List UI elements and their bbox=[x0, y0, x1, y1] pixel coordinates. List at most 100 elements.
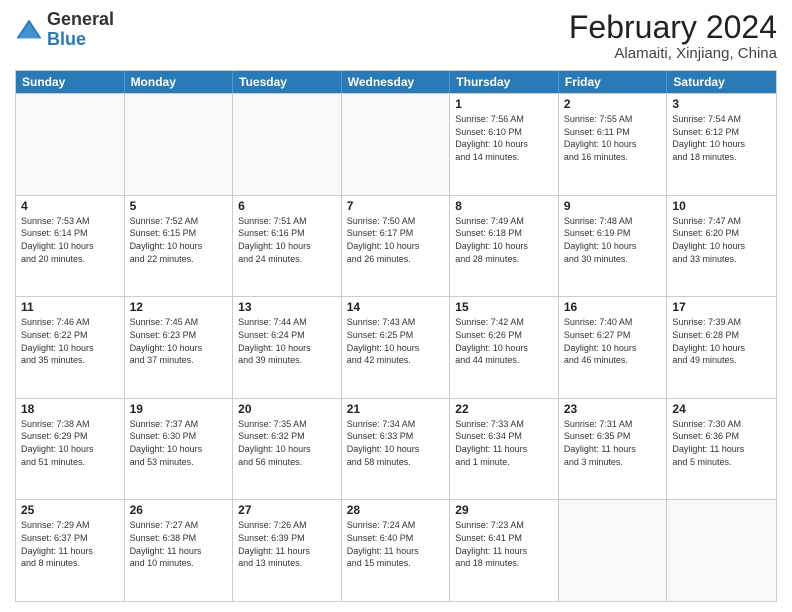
calendar: SundayMondayTuesdayWednesdayThursdayFrid… bbox=[15, 70, 777, 602]
day-info: Sunrise: 7:43 AMSunset: 6:25 PMDaylight:… bbox=[347, 316, 445, 366]
day-info: Sunrise: 7:38 AMSunset: 6:29 PMDaylight:… bbox=[21, 418, 119, 468]
week-row-3: 18 Sunrise: 7:38 AMSunset: 6:29 PMDayligh… bbox=[16, 398, 776, 500]
day-number: 27 bbox=[238, 503, 336, 517]
day-number: 12 bbox=[130, 300, 228, 314]
cal-cell-2: 2Sunrise: 7:55 AMSunset: 6:11 PMDaylight… bbox=[559, 94, 668, 195]
cal-cell-28: 28Sunrise: 7:24 AMSunset: 6:40 PMDayligh… bbox=[342, 500, 451, 601]
day-number: 8 bbox=[455, 199, 553, 213]
day-number: 23 bbox=[564, 402, 662, 416]
day-info: Sunrise: 7:47 AMSunset: 6:20 PMDaylight:… bbox=[672, 215, 771, 265]
day-number: 24 bbox=[672, 402, 771, 416]
cal-cell-9: 9 Sunrise: 7:48 AMSunset: 6:19 PMDaylight… bbox=[559, 196, 668, 297]
day-number: 16 bbox=[564, 300, 662, 314]
cal-cell-25: 25 Sunrise: 7:29 AMSunset: 6:37 PMDayligh… bbox=[16, 500, 125, 601]
day-number: 14 bbox=[347, 300, 445, 314]
cal-cell-1: 1Sunrise: 7:56 AMSunset: 6:10 PMDaylight… bbox=[450, 94, 559, 195]
day-number: 6 bbox=[238, 199, 336, 213]
day-info: Sunrise: 7:39 AMSunset: 6:28 PMDaylight:… bbox=[672, 316, 771, 366]
day-number: 18 bbox=[21, 402, 119, 416]
cal-cell-14: 14 Sunrise: 7:43 AMSunset: 6:25 PMDayligh… bbox=[342, 297, 451, 398]
cal-cell-15: 15 Sunrise: 7:42 AMSunset: 6:26 PMDayligh… bbox=[450, 297, 559, 398]
calendar-body: 1Sunrise: 7:56 AMSunset: 6:10 PMDaylight… bbox=[16, 93, 776, 601]
day-number: 7 bbox=[347, 199, 445, 213]
day-number: 22 bbox=[455, 402, 553, 416]
day-info: Sunrise: 7:49 AMSunset: 6:18 PMDaylight:… bbox=[455, 215, 553, 265]
cal-cell-21: 21 Sunrise: 7:34 AMSunset: 6:33 PMDayligh… bbox=[342, 399, 451, 500]
day-info: Sunrise: 7:42 AMSunset: 6:26 PMDaylight:… bbox=[455, 316, 553, 366]
day-info: Sunrise: 7:48 AMSunset: 6:19 PMDaylight:… bbox=[564, 215, 662, 265]
cal-cell-12: 12 Sunrise: 7:45 AMSunset: 6:23 PMDayligh… bbox=[125, 297, 234, 398]
day-info: Sunrise: 7:34 AMSunset: 6:33 PMDaylight:… bbox=[347, 418, 445, 468]
day-number: 13 bbox=[238, 300, 336, 314]
logo-blue-text: Blue bbox=[47, 29, 86, 49]
day-number: 20 bbox=[238, 402, 336, 416]
cal-cell-empty-0-1 bbox=[125, 94, 234, 195]
day-header-tuesday: Tuesday bbox=[233, 71, 342, 93]
day-info: Sunrise: 7:40 AMSunset: 6:27 PMDaylight:… bbox=[564, 316, 662, 366]
cal-cell-empty-4-6 bbox=[667, 500, 776, 601]
day-info: Sunrise: 7:26 AMSunset: 6:39 PMDaylight:… bbox=[238, 519, 336, 569]
cal-cell-11: 11Sunrise: 7:46 AMSunset: 6:22 PMDayligh… bbox=[16, 297, 125, 398]
cal-cell-24: 24 Sunrise: 7:30 AMSunset: 6:36 PMDayligh… bbox=[667, 399, 776, 500]
day-info: Sunrise: 7:31 AMSunset: 6:35 PMDaylight:… bbox=[564, 418, 662, 468]
cal-cell-19: 19 Sunrise: 7:37 AMSunset: 6:30 PMDayligh… bbox=[125, 399, 234, 500]
day-header-sunday: Sunday bbox=[16, 71, 125, 93]
cal-cell-empty-0-0 bbox=[16, 94, 125, 195]
day-info: Sunrise: 7:51 AMSunset: 6:16 PMDaylight:… bbox=[238, 215, 336, 265]
logo: General Blue bbox=[15, 10, 114, 50]
day-info: Sunrise: 7:45 AMSunset: 6:23 PMDaylight:… bbox=[130, 316, 228, 366]
week-row-1: 4Sunrise: 7:53 AMSunset: 6:14 PMDaylight… bbox=[16, 195, 776, 297]
day-number: 17 bbox=[672, 300, 771, 314]
day-info: Sunrise: 7:33 AMSunset: 6:34 PMDaylight:… bbox=[455, 418, 553, 468]
day-info: Sunrise: 7:44 AMSunset: 6:24 PMDaylight:… bbox=[238, 316, 336, 366]
cal-cell-3: 3 Sunrise: 7:54 AMSunset: 6:12 PMDaylight… bbox=[667, 94, 776, 195]
week-row-0: 1Sunrise: 7:56 AMSunset: 6:10 PMDaylight… bbox=[16, 93, 776, 195]
day-number: 21 bbox=[347, 402, 445, 416]
day-header-thursday: Thursday bbox=[450, 71, 559, 93]
day-number: 25 bbox=[21, 503, 119, 517]
day-info: Sunrise: 7:30 AMSunset: 6:36 PMDaylight:… bbox=[672, 418, 771, 468]
cal-cell-20: 20 Sunrise: 7:35 AMSunset: 6:32 PMDayligh… bbox=[233, 399, 342, 500]
cal-cell-5: 5 Sunrise: 7:52 AMSunset: 6:15 PMDaylight… bbox=[125, 196, 234, 297]
day-number: 10 bbox=[672, 199, 771, 213]
logo-icon bbox=[15, 16, 43, 44]
day-number: 4 bbox=[21, 199, 119, 213]
day-number: 9 bbox=[564, 199, 662, 213]
day-info: Sunrise: 7:46 AMSunset: 6:22 PMDaylight:… bbox=[21, 316, 119, 366]
day-info: Sunrise: 7:50 AMSunset: 6:17 PMDaylight:… bbox=[347, 215, 445, 265]
day-header-wednesday: Wednesday bbox=[342, 71, 451, 93]
calendar-location: Alamaiti, Xinjiang, China bbox=[569, 45, 777, 62]
day-info: Sunrise: 7:52 AMSunset: 6:15 PMDaylight:… bbox=[130, 215, 228, 265]
day-number: 2 bbox=[564, 97, 662, 111]
day-header-friday: Friday bbox=[559, 71, 668, 93]
day-info: Sunrise: 7:54 AMSunset: 6:12 PMDaylight:… bbox=[672, 113, 771, 163]
week-row-2: 11Sunrise: 7:46 AMSunset: 6:22 PMDayligh… bbox=[16, 296, 776, 398]
cal-cell-6: 6 Sunrise: 7:51 AMSunset: 6:16 PMDaylight… bbox=[233, 196, 342, 297]
cal-cell-4: 4Sunrise: 7:53 AMSunset: 6:14 PMDaylight… bbox=[16, 196, 125, 297]
cal-cell-27: 27 Sunrise: 7:26 AMSunset: 6:39 PMDayligh… bbox=[233, 500, 342, 601]
day-number: 26 bbox=[130, 503, 228, 517]
day-info: Sunrise: 7:23 AMSunset: 6:41 PMDaylight:… bbox=[455, 519, 553, 569]
cal-cell-7: 7 Sunrise: 7:50 AMSunset: 6:17 PMDaylight… bbox=[342, 196, 451, 297]
day-number: 29 bbox=[455, 503, 553, 517]
cal-cell-29: 29 Sunrise: 7:23 AMSunset: 6:41 PMDayligh… bbox=[450, 500, 559, 601]
cal-cell-18: 18 Sunrise: 7:38 AMSunset: 6:29 PMDayligh… bbox=[16, 399, 125, 500]
day-info: Sunrise: 7:37 AMSunset: 6:30 PMDaylight:… bbox=[130, 418, 228, 468]
title-block: February 2024 Alamaiti, Xinjiang, China bbox=[569, 10, 777, 62]
header: General Blue February 2024 Alamaiti, Xin… bbox=[15, 10, 777, 62]
calendar-title: February 2024 bbox=[569, 10, 777, 45]
day-info: Sunrise: 7:35 AMSunset: 6:32 PMDaylight:… bbox=[238, 418, 336, 468]
cal-cell-empty-0-2 bbox=[233, 94, 342, 195]
day-header-monday: Monday bbox=[125, 71, 234, 93]
calendar-header-row: SundayMondayTuesdayWednesdayThursdayFrid… bbox=[16, 71, 776, 93]
day-info: Sunrise: 7:27 AMSunset: 6:38 PMDaylight:… bbox=[130, 519, 228, 569]
cal-cell-17: 17 Sunrise: 7:39 AMSunset: 6:28 PMDayligh… bbox=[667, 297, 776, 398]
day-info: Sunrise: 7:24 AMSunset: 6:40 PMDaylight:… bbox=[347, 519, 445, 569]
day-number: 15 bbox=[455, 300, 553, 314]
day-number: 5 bbox=[130, 199, 228, 213]
day-header-saturday: Saturday bbox=[667, 71, 776, 93]
week-row-4: 25 Sunrise: 7:29 AMSunset: 6:37 PMDayligh… bbox=[16, 499, 776, 601]
day-info: Sunrise: 7:29 AMSunset: 6:37 PMDaylight:… bbox=[21, 519, 119, 569]
day-number: 3 bbox=[672, 97, 771, 111]
day-number: 19 bbox=[130, 402, 228, 416]
